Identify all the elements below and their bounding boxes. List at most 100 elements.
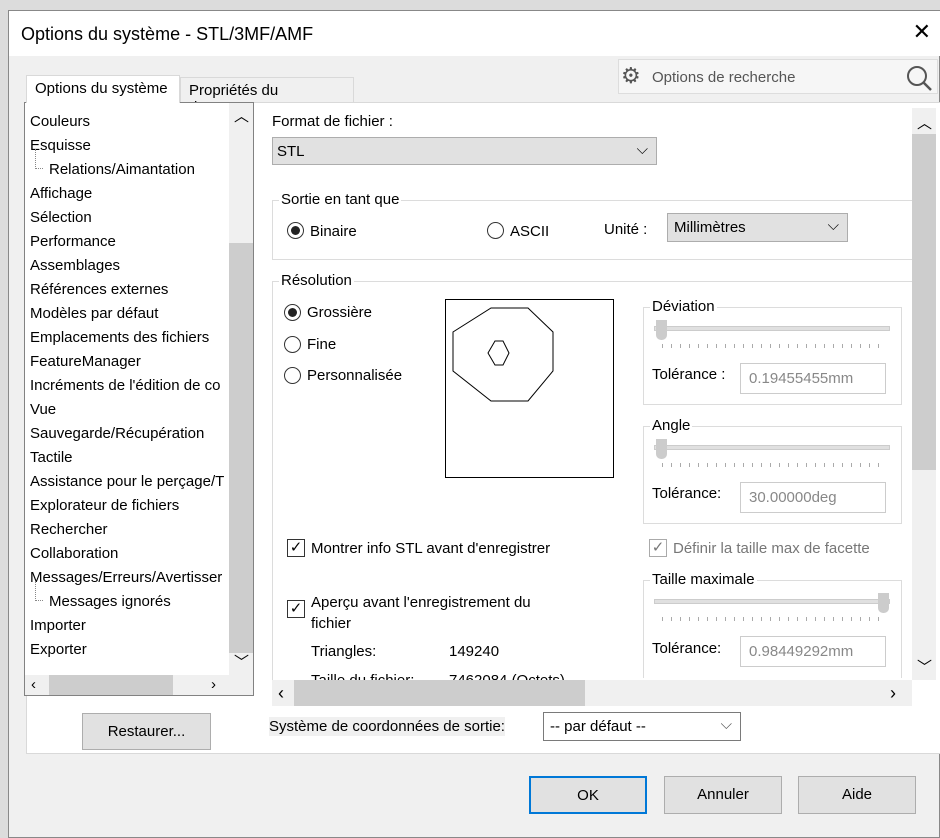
- tree-item[interactable]: Emplacements des fichiers: [30, 329, 209, 346]
- unit-value: Millimètres: [674, 219, 746, 236]
- tree-item[interactable]: Couleurs: [30, 113, 90, 130]
- angle-slider[interactable]: [654, 445, 890, 450]
- show-info-checkbox[interactable]: ✓: [287, 539, 305, 557]
- slider-ticks: [662, 617, 887, 621]
- help-button[interactable]: Aide: [798, 776, 916, 814]
- ascii-label: ASCII: [510, 223, 550, 240]
- tree-item[interactable]: Messages/Erreurs/Avertisser: [30, 569, 222, 586]
- content-vertical-scrollbar[interactable]: ︿ ﹀: [912, 108, 936, 680]
- format-value: STL: [277, 143, 305, 160]
- search-input[interactable]: ⚙ Options de recherche: [618, 59, 938, 94]
- tree-item[interactable]: Assistance pour le perçage/T: [30, 473, 224, 490]
- unit-select[interactable]: Millimètres ⌵: [667, 213, 848, 242]
- coord-system-label: Système de coordonnées de sortie:: [269, 717, 505, 736]
- tree-item[interactable]: FeatureManager: [30, 353, 141, 370]
- scroll-up-icon[interactable]: ︿: [234, 105, 249, 126]
- slider-ticks: [662, 463, 887, 467]
- title-bar: Options du système - STL/3MF/AMF ✕: [9, 11, 940, 56]
- chevron-down-icon: ⌵: [636, 141, 648, 158]
- angle-tolerance-field[interactable]: 30.00000deg: [740, 482, 886, 513]
- ascii-radio[interactable]: [487, 222, 504, 239]
- tree-item[interactable]: Assemblages: [30, 257, 120, 274]
- tree-item[interactable]: Références externes: [30, 281, 168, 298]
- scroll-left-icon[interactable]: ‹: [31, 676, 36, 693]
- resolution-label: Résolution: [279, 272, 354, 289]
- coarse-radio[interactable]: [284, 304, 301, 321]
- triangles-value: 149240: [449, 643, 500, 660]
- custom-radio[interactable]: [284, 367, 301, 384]
- tree-item[interactable]: Vue: [30, 401, 56, 418]
- tree-item[interactable]: Messages ignorés: [49, 593, 171, 610]
- tree-item[interactable]: Incréments de l'édition de co: [30, 377, 220, 394]
- format-label: Format de fichier :: [272, 113, 393, 130]
- fine-label: Fine: [307, 336, 337, 353]
- tree-vertical-scrollbar[interactable]: ︿ ﹀: [229, 103, 253, 675]
- scroll-right-icon[interactable]: ›: [211, 676, 216, 693]
- chevron-down-icon: ⌵: [720, 716, 732, 733]
- tree-item[interactable]: Performance: [30, 233, 116, 250]
- scroll-up-icon[interactable]: ︿: [917, 112, 932, 133]
- scroll-left-icon[interactable]: ‹: [278, 683, 284, 704]
- tree-connector: [35, 581, 43, 601]
- binary-label: Binaire: [310, 223, 357, 240]
- fine-radio[interactable]: [284, 336, 301, 353]
- custom-label: Personnalisée: [307, 367, 403, 384]
- deviation-slider-thumb[interactable]: [656, 320, 667, 340]
- restore-button[interactable]: Restaurer...: [82, 713, 211, 750]
- content-horizontal-scrollbar[interactable]: ‹ ›: [272, 680, 912, 706]
- tree-item[interactable]: Tactile: [30, 449, 73, 466]
- tree-item[interactable]: Explorateur de fichiers: [30, 497, 179, 514]
- angle-slider-thumb[interactable]: [656, 439, 667, 459]
- search-icon[interactable]: [905, 64, 933, 92]
- options-tree[interactable]: Couleurs Esquisse Relations/Aimantation Aff…: [24, 102, 254, 696]
- filesize-row: Taille du fichier: 7462084 (Octets): [300, 672, 640, 680]
- unit-label: Unité :: [604, 221, 648, 238]
- format-select[interactable]: STL ⌵: [272, 137, 657, 165]
- tree-horizontal-scrollbar[interactable]: ‹ ›: [25, 675, 253, 695]
- output-group: Sortie en tant que Binaire ASCII Unité :…: [272, 191, 912, 260]
- window-title: Options du système - STL/3MF/AMF: [21, 24, 314, 44]
- coord-system-select[interactable]: -- par défaut -- ⌵: [543, 712, 741, 741]
- tab-system-options[interactable]: Options du système: [26, 75, 180, 103]
- filesize-label: Taille du fichier:: [311, 672, 414, 680]
- max-size-tolerance-field[interactable]: 0.98449292mm: [740, 636, 886, 667]
- ok-button[interactable]: OK: [529, 776, 647, 814]
- scroll-thumb[interactable]: [49, 675, 173, 695]
- show-info-label: Montrer info STL avant d'enregistrer: [311, 540, 551, 557]
- scroll-thumb[interactable]: [912, 134, 936, 470]
- triangles-label: Triangles:: [311, 643, 377, 660]
- scroll-thumb[interactable]: [294, 680, 585, 706]
- tree-item[interactable]: Sélection: [30, 209, 92, 226]
- max-size-tolerance-label: Tolérance:: [652, 640, 722, 657]
- scroll-down-icon[interactable]: ﹀: [917, 656, 932, 677]
- tree-item[interactable]: Collaboration: [30, 545, 118, 562]
- scroll-down-icon[interactable]: ﹀: [234, 651, 249, 672]
- preview-checkbox[interactable]: ✓: [287, 600, 305, 618]
- tree-item[interactable]: Modèles par défaut: [30, 305, 158, 322]
- max-size-slider-thumb[interactable]: [878, 593, 889, 613]
- scroll-right-icon[interactable]: ›: [890, 683, 896, 704]
- deviation-group: Déviation Tolérance : 0.19455455mm: [643, 298, 902, 405]
- angle-group: Angle Tolérance: 30.00000deg: [643, 417, 902, 524]
- deviation-tolerance-field[interactable]: 0.19455455mm: [740, 363, 886, 394]
- gear-icon: ⚙: [621, 63, 641, 88]
- tree-item[interactable]: Importer: [30, 617, 86, 634]
- deviation-label: Déviation: [650, 298, 717, 315]
- tree-item[interactable]: Rechercher: [30, 521, 108, 538]
- deviation-tolerance-label: Tolérance :: [652, 366, 726, 383]
- tree-item[interactable]: Sauvegarde/Récupération: [30, 425, 204, 442]
- max-facet-checkbox[interactable]: ✓: [649, 539, 667, 557]
- cancel-button[interactable]: Annuler: [664, 776, 782, 814]
- tab-document-properties[interactable]: Propriétés du document: [180, 77, 354, 116]
- tree-item[interactable]: Exporter: [30, 641, 87, 658]
- tree-item[interactable]: Affichage: [30, 185, 92, 202]
- max-size-slider[interactable]: [654, 599, 890, 604]
- binary-radio[interactable]: [287, 222, 304, 239]
- close-icon[interactable]: ✕: [913, 19, 931, 45]
- output-label: Sortie en tant que: [279, 191, 402, 208]
- search-placeholder: Options de recherche: [652, 69, 796, 86]
- tree-item[interactable]: Relations/Aimantation: [49, 161, 195, 178]
- deviation-slider[interactable]: [654, 326, 890, 331]
- resolution-preview-image: [445, 299, 614, 478]
- scroll-thumb[interactable]: [229, 243, 253, 653]
